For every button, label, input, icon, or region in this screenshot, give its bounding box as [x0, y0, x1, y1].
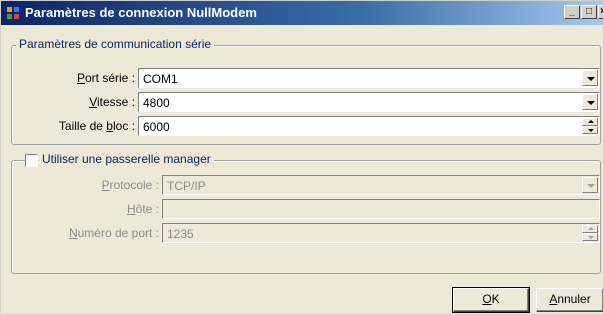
maximize-icon: □ — [585, 6, 593, 17]
host-label: Hôte : — [126, 202, 159, 216]
protocol-value: TCP/IP — [167, 179, 206, 193]
arrow-down-icon — [588, 129, 594, 132]
speed-label: Vitesse : — [89, 95, 135, 109]
ok-button[interactable]: OK — [452, 287, 530, 313]
arrow-down-icon — [588, 236, 594, 239]
app-icon — [7, 7, 19, 19]
speed-value: 4800 — [143, 96, 170, 110]
title-bar[interactable]: Paramètres de connexion NullModem _ □ × — [1, 1, 603, 25]
protocol-label: Protocole : — [101, 178, 159, 192]
spin-down-button[interactable] — [582, 233, 598, 241]
speed-select[interactable]: 4800 — [138, 92, 600, 112]
block-size-value: 6000 — [143, 120, 170, 134]
chevron-down-icon — [587, 77, 595, 81]
block-size-label: Taille de bloc : — [58, 119, 135, 133]
block-size-stepper[interactable]: 6000 — [138, 116, 600, 136]
minimize-button[interactable]: _ — [564, 5, 580, 19]
port-number-label: Numéro de port : — [68, 226, 159, 240]
serial-port-select[interactable]: COM1 — [138, 68, 600, 88]
maximize-button[interactable]: □ — [581, 5, 597, 19]
spin-up-button[interactable] — [582, 118, 598, 126]
spin-up-button[interactable] — [582, 225, 598, 233]
cancel-button[interactable]: Annuler — [536, 288, 603, 312]
serial-port-value: COM1 — [143, 72, 178, 86]
protocol-dropdown-button[interactable] — [582, 177, 598, 193]
block-size-spinner[interactable] — [582, 118, 598, 134]
serial-settings-legend: Paramètres de communication série — [16, 37, 215, 51]
protocol-select[interactable]: TCP/IP — [162, 175, 600, 195]
window-title: Paramètres de connexion NullModem — [25, 5, 257, 20]
close-button[interactable]: × — [598, 5, 603, 19]
speed-dropdown-button[interactable] — [582, 94, 598, 110]
chevron-down-icon — [587, 184, 595, 188]
serial-port-dropdown-button[interactable] — [582, 70, 598, 86]
host-input[interactable] — [162, 199, 600, 219]
minimize-icon: _ — [569, 6, 575, 17]
use-gateway-checkbox[interactable] — [25, 154, 38, 167]
port-number-stepper[interactable]: 1235 — [162, 223, 600, 243]
close-icon: × — [600, 6, 603, 17]
arrow-up-icon — [588, 227, 594, 230]
chevron-down-icon — [587, 101, 595, 105]
spin-down-button[interactable] — [582, 126, 598, 134]
port-number-value: 1235 — [167, 227, 194, 241]
port-number-spinner[interactable] — [582, 225, 598, 241]
serial-port-label: Port série : — [76, 71, 135, 85]
use-gateway-label[interactable]: Utiliser une passerelle manager — [39, 152, 214, 166]
arrow-up-icon — [588, 120, 594, 123]
dialog-window: Paramètres de connexion NullModem _ □ × … — [0, 0, 604, 315]
